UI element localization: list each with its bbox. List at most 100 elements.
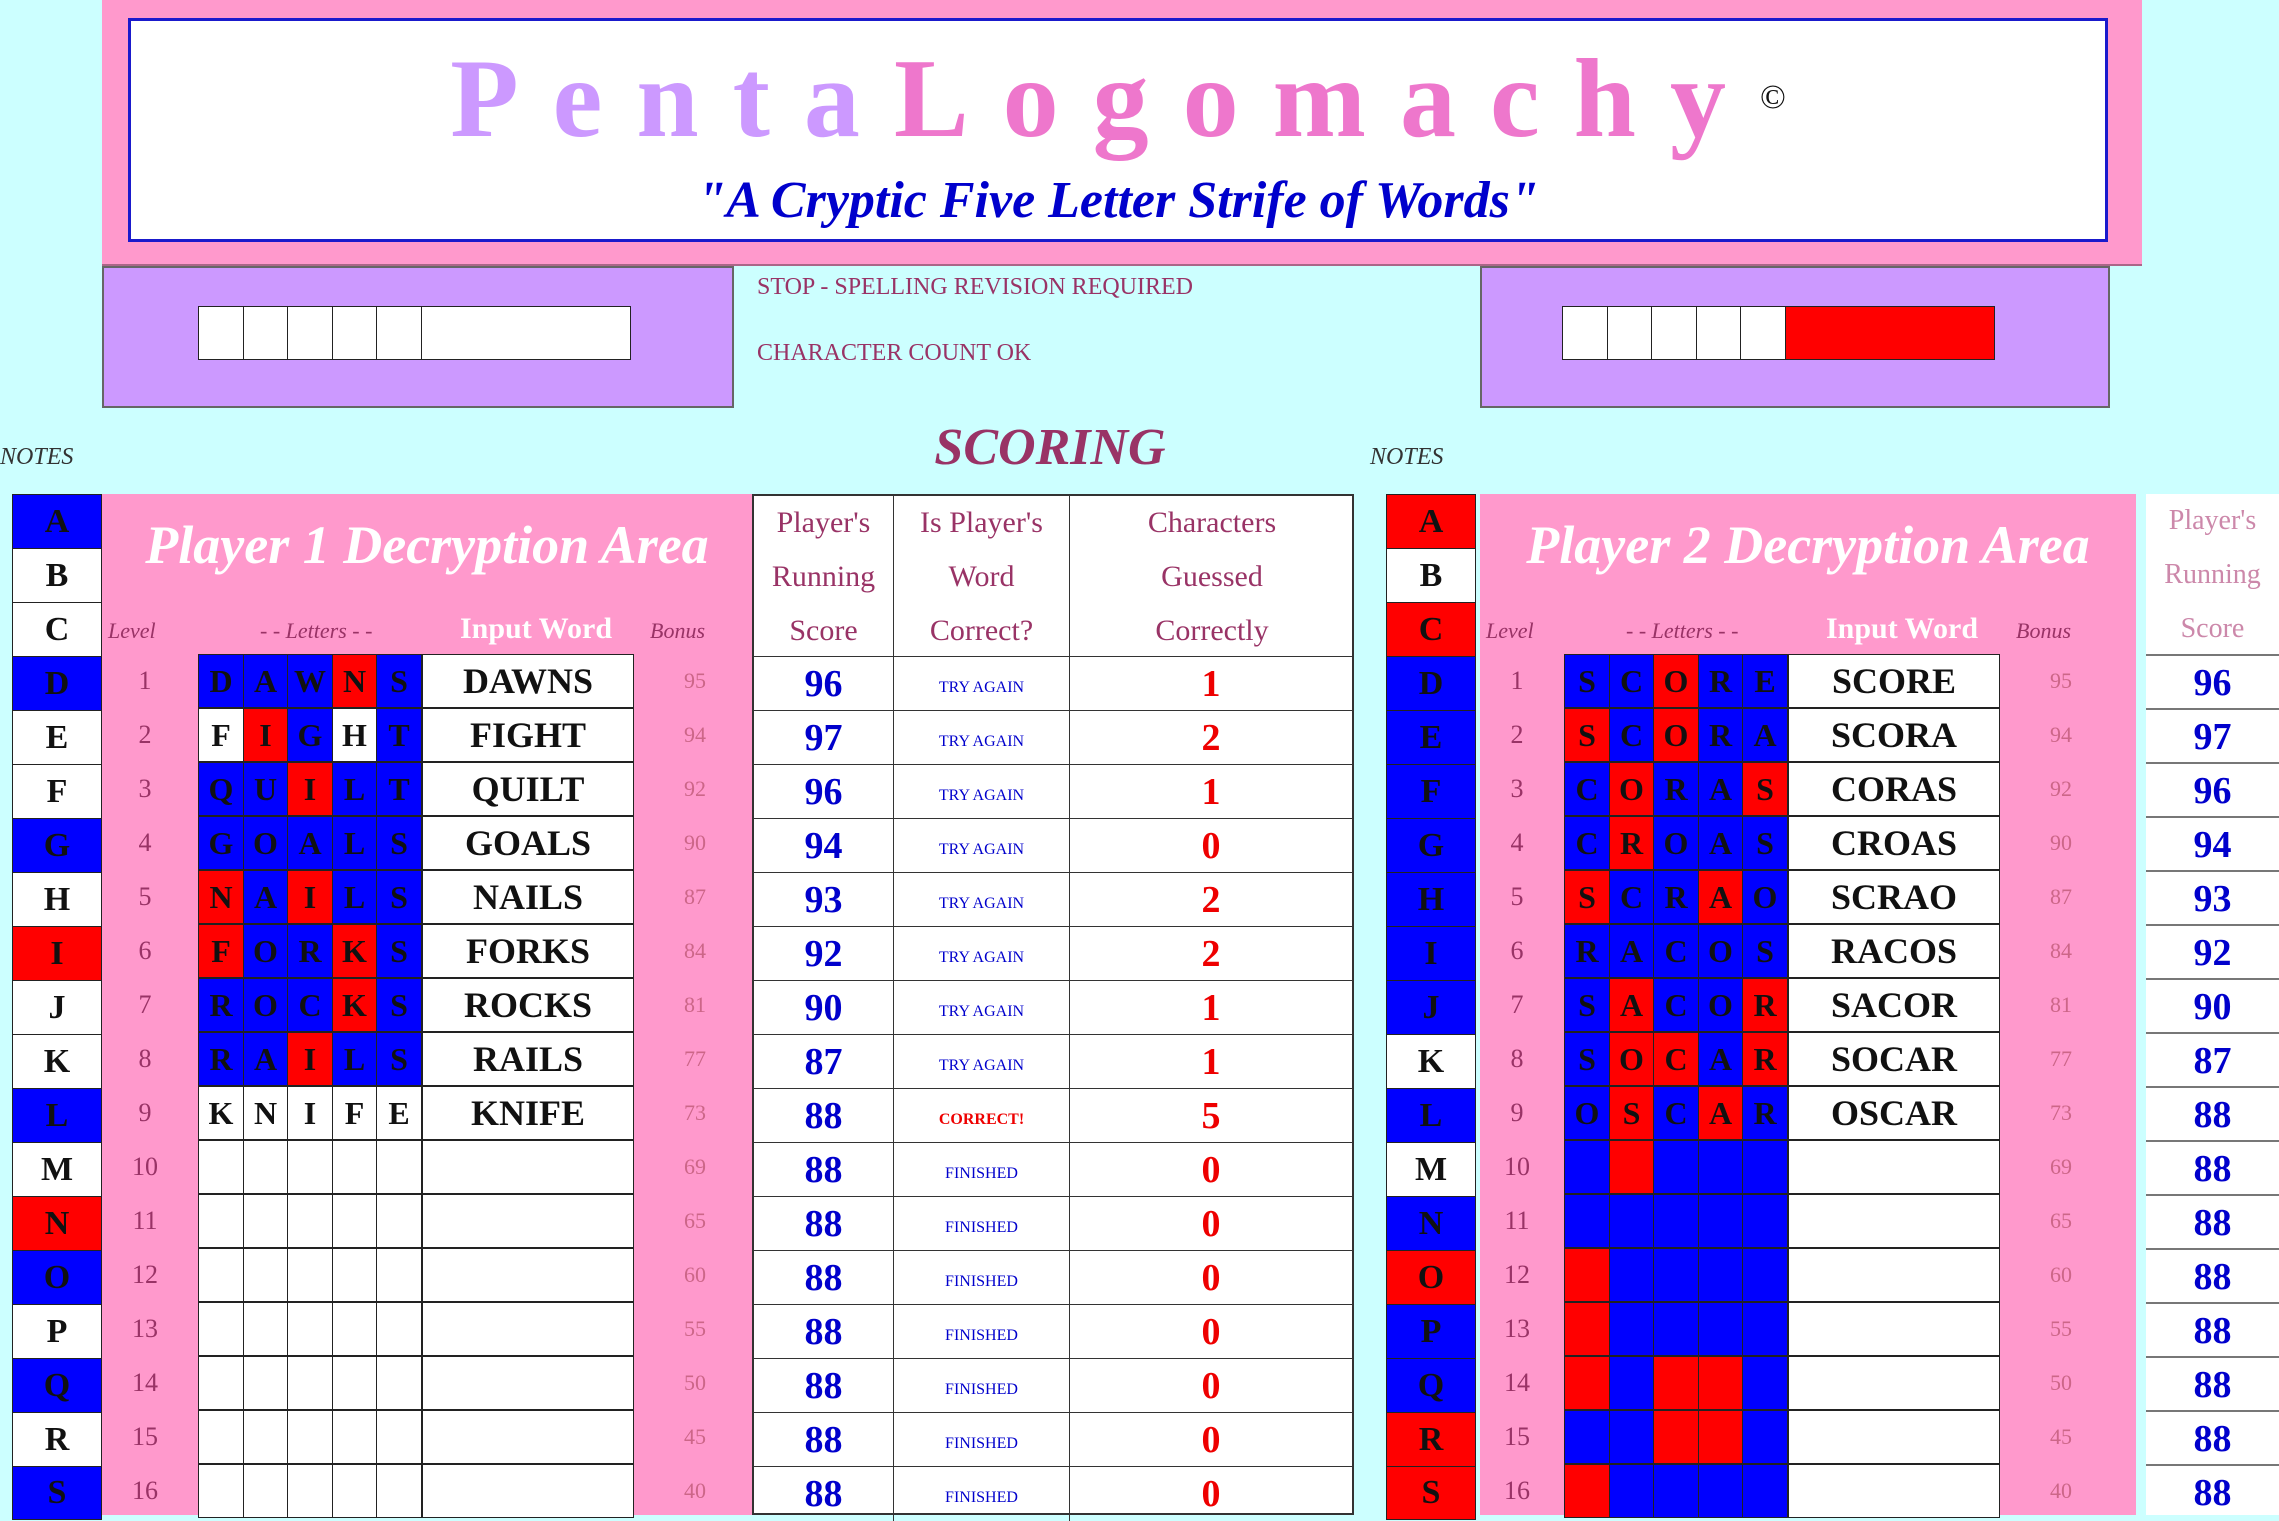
input-word-field[interactable] bbox=[1788, 1140, 2000, 1194]
letter-cell[interactable] bbox=[331, 1356, 378, 1410]
letter-cell[interactable]: S bbox=[376, 870, 422, 924]
letter-cell[interactable]: S bbox=[376, 978, 422, 1032]
letter-cell[interactable]: G bbox=[287, 708, 333, 762]
letter-cell[interactable]: S bbox=[1742, 762, 1788, 816]
letter-cell[interactable]: S bbox=[376, 924, 422, 978]
letter-cell[interactable]: W bbox=[287, 654, 333, 708]
letter-cell[interactable]: C bbox=[1564, 762, 1610, 816]
letter-cell[interactable]: C bbox=[1653, 978, 1699, 1032]
letter-cell[interactable]: T bbox=[376, 708, 422, 762]
letter-cell[interactable]: O bbox=[1653, 654, 1699, 708]
letter-cell[interactable]: R bbox=[1742, 1032, 1788, 1086]
letter-cell[interactable] bbox=[1742, 1410, 1788, 1464]
letter-cell[interactable]: C bbox=[1608, 870, 1655, 924]
input-word-field[interactable]: NAILS bbox=[422, 870, 634, 924]
input-word-field[interactable]: SCORE bbox=[1788, 654, 2000, 708]
letter-cell[interactable] bbox=[1564, 1140, 1610, 1194]
letter-cell[interactable]: R bbox=[1653, 762, 1699, 816]
letter-cell[interactable] bbox=[1653, 1302, 1699, 1356]
letter-cell[interactable] bbox=[198, 1194, 244, 1248]
letter-cell[interactable]: A bbox=[1697, 1086, 1744, 1140]
letter-cell[interactable]: A bbox=[1697, 1032, 1744, 1086]
letter-cell[interactable]: R bbox=[198, 1032, 244, 1086]
letter-cell[interactable]: S bbox=[1564, 870, 1610, 924]
letter-cell[interactable]: L bbox=[331, 1032, 378, 1086]
letter-cell[interactable] bbox=[376, 1140, 422, 1194]
letter-cell[interactable]: L bbox=[331, 870, 378, 924]
letter-cell[interactable]: L bbox=[331, 762, 378, 816]
input-word-field[interactable]: SOCAR bbox=[1788, 1032, 2000, 1086]
input-word-field[interactable] bbox=[422, 1302, 634, 1356]
letter-cell[interactable] bbox=[1697, 1410, 1744, 1464]
letter-cell[interactable]: L bbox=[331, 816, 378, 870]
letter-cell[interactable]: A bbox=[1608, 978, 1655, 1032]
input-word-field[interactable]: FORKS bbox=[422, 924, 634, 978]
letter-cell[interactable] bbox=[1564, 1464, 1610, 1518]
letter-cell[interactable]: N bbox=[331, 654, 378, 708]
letter-cell[interactable]: E bbox=[1742, 654, 1788, 708]
letter-cell[interactable] bbox=[242, 1464, 289, 1518]
letter-cell[interactable]: R bbox=[1608, 816, 1655, 870]
letter-cell[interactable]: R bbox=[1697, 654, 1744, 708]
letter-cell[interactable] bbox=[287, 1464, 333, 1518]
letter-cell[interactable]: O bbox=[1697, 924, 1744, 978]
letter-cell[interactable] bbox=[287, 1410, 333, 1464]
letter-cell[interactable] bbox=[242, 1140, 289, 1194]
letter-cell[interactable] bbox=[1564, 1194, 1610, 1248]
letter-cell[interactable]: A bbox=[1697, 870, 1744, 924]
letter-cell[interactable]: K bbox=[198, 1086, 244, 1140]
letter-cell[interactable]: I bbox=[242, 708, 289, 762]
letter-cell[interactable]: O bbox=[1564, 1086, 1610, 1140]
letter-cell[interactable] bbox=[287, 1248, 333, 1302]
input-word-field[interactable] bbox=[422, 1410, 634, 1464]
letter-cell[interactable]: R bbox=[1653, 870, 1699, 924]
letter-cell[interactable] bbox=[376, 1356, 422, 1410]
letter-cell[interactable] bbox=[1742, 1248, 1788, 1302]
letter-cell[interactable] bbox=[1653, 1464, 1699, 1518]
letter-cell[interactable]: R bbox=[1564, 924, 1610, 978]
letter-cell[interactable] bbox=[376, 1248, 422, 1302]
letter-cell[interactable]: A bbox=[1697, 816, 1744, 870]
letter-cell[interactable]: N bbox=[198, 870, 244, 924]
input-word-field[interactable] bbox=[422, 1248, 634, 1302]
letter-cell[interactable]: F bbox=[198, 924, 244, 978]
letter-cell[interactable] bbox=[287, 1194, 333, 1248]
letter-cell[interactable]: C bbox=[1653, 924, 1699, 978]
letter-cell[interactable] bbox=[1564, 1248, 1610, 1302]
letter-cell[interactable] bbox=[1608, 1302, 1655, 1356]
letter-cell[interactable]: R bbox=[1742, 978, 1788, 1032]
input-word-field[interactable]: DAWNS bbox=[422, 654, 634, 708]
letter-cell[interactable] bbox=[1608, 1248, 1655, 1302]
letter-cell[interactable] bbox=[1608, 1356, 1655, 1410]
letter-cell[interactable]: C bbox=[287, 978, 333, 1032]
letter-cell[interactable] bbox=[242, 1410, 289, 1464]
letter-cell[interactable] bbox=[1653, 1410, 1699, 1464]
letter-cell[interactable] bbox=[1653, 1356, 1699, 1410]
letter-cell[interactable]: A bbox=[287, 816, 333, 870]
letter-cell[interactable] bbox=[1653, 1248, 1699, 1302]
letter-cell[interactable]: C bbox=[1653, 1086, 1699, 1140]
letter-cell[interactable]: A bbox=[242, 1032, 289, 1086]
input-word-field[interactable]: GOALS bbox=[422, 816, 634, 870]
letter-cell[interactable] bbox=[1697, 1194, 1744, 1248]
letter-cell[interactable]: E bbox=[376, 1086, 422, 1140]
letter-cell[interactable] bbox=[331, 1140, 378, 1194]
letter-cell[interactable] bbox=[1742, 1356, 1788, 1410]
letter-cell[interactable]: A bbox=[1608, 924, 1655, 978]
letter-cell[interactable]: I bbox=[287, 762, 333, 816]
letter-cell[interactable] bbox=[198, 1356, 244, 1410]
letter-cell[interactable] bbox=[331, 1410, 378, 1464]
letter-cell[interactable]: O bbox=[242, 816, 289, 870]
letter-cell[interactable]: S bbox=[376, 654, 422, 708]
letter-cell[interactable] bbox=[287, 1140, 333, 1194]
letter-cell[interactable]: O bbox=[1742, 870, 1788, 924]
input-word-field[interactable] bbox=[422, 1194, 634, 1248]
letter-cell[interactable]: G bbox=[198, 816, 244, 870]
letter-cell[interactable] bbox=[287, 1356, 333, 1410]
letter-cell[interactable] bbox=[198, 1302, 244, 1356]
letter-cell[interactable]: S bbox=[376, 1032, 422, 1086]
letter-cell[interactable]: S bbox=[1742, 816, 1788, 870]
input-word-field[interactable]: RACOS bbox=[1788, 924, 2000, 978]
letter-cell[interactable]: O bbox=[1697, 978, 1744, 1032]
letter-cell[interactable] bbox=[1564, 1410, 1610, 1464]
